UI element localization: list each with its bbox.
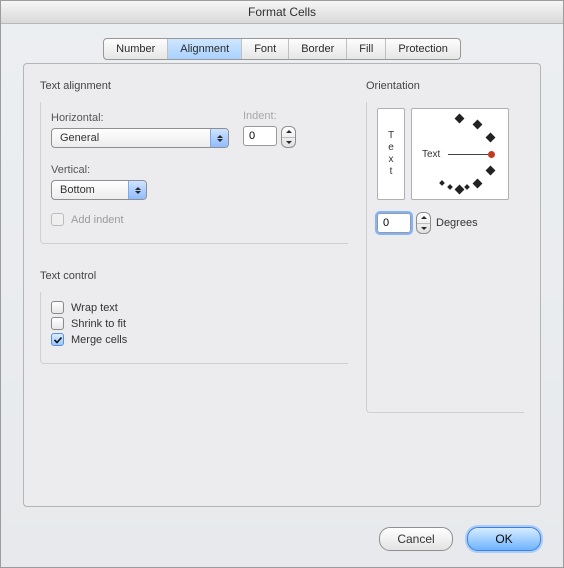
text-control-group: Text control Wrap text Shrink to fit <box>40 270 348 364</box>
format-cells-dialog: Format Cells NumberAlignmentFontBorderFi… <box>0 0 564 568</box>
orientation-vertical-text[interactable]: Text <box>377 108 405 200</box>
stepper-down-icon <box>282 138 295 148</box>
orientation-title: Orientation <box>366 80 524 92</box>
content-panel: Text alignment Horizontal: General <box>23 63 541 507</box>
select-arrows-icon <box>210 129 228 147</box>
vertical-select[interactable]: Bottom <box>51 180 147 200</box>
shrink-to-fit-checkbox[interactable] <box>51 317 64 330</box>
horizontal-label: Horizontal: <box>51 112 231 124</box>
tab-font[interactable]: Font <box>242 39 289 59</box>
orientation-dial[interactable]: Text <box>411 108 509 200</box>
merge-cells-checkbox[interactable] <box>51 333 64 346</box>
indent-input[interactable] <box>243 126 277 146</box>
tab-number[interactable]: Number <box>104 39 168 59</box>
degrees-stepper[interactable] <box>416 212 431 234</box>
orientation-needle <box>448 154 490 155</box>
orientation-dial-label: Text <box>422 149 440 160</box>
cancel-button[interactable]: Cancel <box>379 527 453 551</box>
stepper-down-icon <box>417 224 430 234</box>
dialog-footer: Cancel OK <box>379 527 541 551</box>
indent-stepper[interactable] <box>281 126 296 148</box>
degrees-input[interactable] <box>377 213 411 233</box>
select-arrows-icon <box>128 181 146 199</box>
text-control-title: Text control <box>40 270 348 282</box>
text-alignment-title: Text alignment <box>40 80 348 92</box>
horizontal-value: General <box>52 132 210 144</box>
text-alignment-group: Text alignment Horizontal: General <box>40 80 348 244</box>
wrap-text-checkbox[interactable] <box>51 301 64 314</box>
checkmark-icon <box>53 335 63 345</box>
ok-button[interactable]: OK <box>467 527 541 551</box>
vertical-label: Vertical: <box>51 164 348 176</box>
degrees-label: Degrees <box>436 217 478 229</box>
orientation-pointer-icon <box>488 151 495 158</box>
wrap-text-row[interactable]: Wrap text <box>51 301 348 314</box>
tab-border[interactable]: Border <box>289 39 347 59</box>
shrink-to-fit-row[interactable]: Shrink to fit <box>51 317 348 330</box>
merge-cells-row[interactable]: Merge cells <box>51 333 348 346</box>
merge-cells-label: Merge cells <box>71 334 127 346</box>
tab-alignment[interactable]: Alignment <box>168 39 242 59</box>
add-indent-label: Add indent <box>71 214 124 226</box>
vertical-value: Bottom <box>52 184 128 196</box>
stepper-up-icon <box>282 127 295 138</box>
shrink-to-fit-label: Shrink to fit <box>71 318 126 330</box>
stepper-up-icon <box>417 213 430 224</box>
orientation-group: Orientation Text <box>366 80 524 413</box>
dialog-title: Format Cells <box>1 1 563 24</box>
tab-bar: NumberAlignmentFontBorderFillProtection <box>1 38 563 60</box>
wrap-text-label: Wrap text <box>71 302 118 314</box>
tab-fill[interactable]: Fill <box>347 39 386 59</box>
add-indent-checkbox <box>51 213 64 226</box>
tab-protection[interactable]: Protection <box>386 39 460 59</box>
add-indent-row: Add indent <box>51 213 348 226</box>
indent-label: Indent: <box>243 110 296 122</box>
horizontal-select[interactable]: General <box>51 128 229 148</box>
